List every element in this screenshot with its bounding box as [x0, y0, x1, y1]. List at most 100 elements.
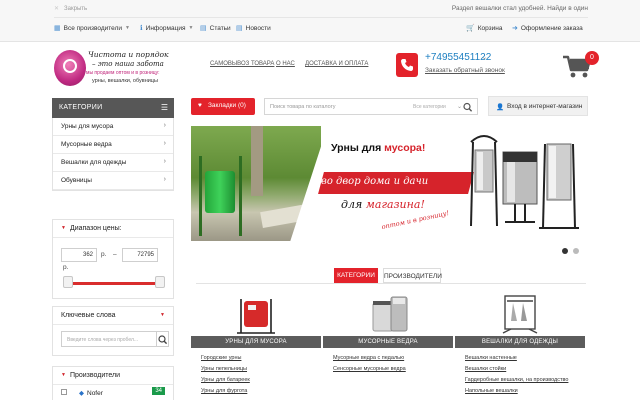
chevron-down-icon: ▼	[188, 25, 194, 31]
keywords-panel: Ключевые слова ▼ Введите слова через проб…	[52, 306, 174, 356]
price-range-title[interactable]: ▼ Диапазон цены:	[53, 220, 173, 238]
card-title: МУСОРНЫЕ ВЕДРА	[323, 336, 453, 348]
price-dash: –	[113, 251, 117, 258]
category-list: Урны для мусора › Мусорные ведра › Вешалки…	[52, 118, 174, 191]
category-card-buckets[interactable]: МУСОРНЫЕ ВЕДРА Мусорные ведра с педалью …	[323, 293, 453, 400]
nav-news[interactable]: ▤ Новости	[236, 24, 271, 33]
arrow-right-icon: ➜	[512, 25, 518, 32]
manufacturers-panel: ▼ Производители ◆ Nofer 34	[52, 366, 174, 400]
category-item-shoe-racks[interactable]: Обувницы ›	[53, 172, 173, 190]
checkbox[interactable]	[61, 389, 67, 395]
menu-icon[interactable]: ☰	[161, 103, 168, 112]
link-pickup[interactable]: САМОВЫВОЗ ТОВАРА	[210, 61, 274, 67]
price-unit: р.	[63, 264, 69, 271]
triangle-down-icon: ▼	[61, 225, 66, 231]
chevron-right-icon: ›	[163, 122, 166, 129]
price-max-input[interactable]: 72795	[122, 248, 158, 262]
price-unit: р.	[101, 251, 107, 258]
keywords-input[interactable]: Введите слова через пробел...	[61, 331, 157, 347]
search-icon[interactable]	[463, 102, 473, 113]
category-select[interactable]: Все категории	[413, 104, 446, 110]
price-min-input[interactable]: 362	[61, 248, 97, 262]
search-button[interactable]	[157, 331, 169, 347]
chevron-right-icon: ›	[163, 158, 166, 165]
user-icon: 👤	[496, 104, 505, 111]
document-icon: ▤	[200, 25, 207, 32]
category-item-buckets[interactable]: Мусорные ведра ›	[53, 136, 173, 154]
triangle-down-icon: ▼	[61, 372, 66, 378]
promo-banner[interactable]: Урны для мусора! во двор дома и дачи для…	[191, 126, 589, 241]
bookmarks-button[interactable]: ♥ Закладки (0)	[191, 98, 255, 115]
subcategory-link[interactable]: Напольные вешалки	[465, 388, 568, 394]
subcategory-link[interactable]: Урны для фургота	[201, 388, 250, 394]
chevron-right-icon: ›	[163, 140, 166, 147]
banner-line-2: во двор дома и дачи	[321, 176, 429, 187]
announcement-text: Раздел вешалки стал удобней. Найди в оди…	[451, 5, 588, 12]
manufacturer-logo-icon: ◆	[79, 390, 84, 397]
login-button[interactable]: 👤 Вход в интернет-магазин	[488, 96, 588, 116]
tab-categories[interactable]: КАТЕГОРИИ	[334, 268, 378, 283]
tab-manufacturers[interactable]: ПРОИЗВОДИТЕЛИ	[383, 268, 442, 283]
grid-icon: ▦	[54, 25, 61, 32]
category-item-hangers[interactable]: Вешалки для одежды ›	[53, 154, 173, 172]
steel-bins-image	[470, 135, 579, 229]
manufacturers-title[interactable]: ▼ Производители	[53, 367, 173, 385]
chevron-down-icon[interactable]: ⌄	[482, 54, 487, 61]
search-input[interactable]: Поиск товара по каталогу Все категории ⌄	[264, 98, 478, 115]
keywords-title[interactable]: Ключевые слова ▼	[53, 307, 173, 325]
link-delivery[interactable]: ДОСТАВКА И ОПЛАТА	[305, 61, 368, 67]
category-item-bins[interactable]: Урны для мусора ›	[53, 118, 173, 136]
link-about[interactable]: О НАС	[276, 61, 295, 67]
card-title: УРНЫ ДЛЯ МУСОРА	[191, 336, 321, 348]
price-range-panel: ▼ Диапазон цены: 362 р. – 72795 р.	[52, 219, 174, 299]
top-bar: ✕ Закрыть Раздел вешалки стал удобней. На…	[0, 0, 640, 42]
nav-all-manufacturers[interactable]: ▦ Все производители ▼	[54, 24, 130, 33]
phone-icon[interactable]	[396, 53, 418, 77]
close-topbar[interactable]: ✕ Закрыть	[54, 5, 87, 12]
subcategory-link[interactable]: Вешалки стойки	[465, 366, 568, 372]
search-icon	[158, 335, 168, 345]
logo-tagline-2: – это наша забота	[92, 60, 164, 68]
logo-tagline-3: мы продаем оптом и в розницу:	[86, 70, 160, 76]
price-slider-max-handle[interactable]	[155, 276, 165, 288]
manufacturer-item[interactable]: ◆ Nofer	[61, 389, 103, 397]
categories-header[interactable]: КАТЕГОРИИ ☰	[52, 98, 174, 118]
hanger-rack-image	[502, 295, 538, 334]
card-links: Мусорные ведра с педалью Сенсорные мусор…	[333, 355, 406, 377]
logo-emblem[interactable]	[54, 50, 86, 86]
search-placeholder: Поиск товара по каталогу	[270, 104, 336, 110]
subcategory-link[interactable]: Сенсорные мусорные ведра	[333, 366, 406, 372]
price-slider-min-handle[interactable]	[63, 276, 73, 288]
heart-icon: ♥	[198, 102, 202, 109]
chevron-down-icon: ▼	[125, 25, 130, 31]
close-icon: ✕	[54, 6, 60, 12]
nav-articles[interactable]: ▤ Статьи	[200, 24, 231, 33]
price-slider-track[interactable]	[67, 282, 163, 285]
card-links: Вешалки настенные Вешалки стойки Гардеро…	[465, 355, 568, 399]
triangle-down-icon: ▼	[160, 312, 165, 318]
subcategory-link[interactable]: Урны для батареек	[201, 377, 250, 383]
subcategory-link[interactable]: Гардеробные вешалки, на производство	[465, 377, 568, 383]
nav-cart[interactable]: 🛒 Корзина	[466, 24, 502, 33]
category-card-hangers[interactable]: ВЕШАЛКИ ДЛЯ ОДЕЖДЫ Вешалки настенные Веш…	[455, 293, 585, 400]
callback-link[interactable]: Заказать обратный звонок	[425, 67, 505, 74]
nav-checkout[interactable]: ➜ Оформление заказа	[512, 24, 583, 33]
divider	[54, 17, 588, 18]
subcategory-link[interactable]: Мусорные ведра с педалью	[333, 355, 406, 361]
banner-line-3: для магазина!	[341, 198, 425, 211]
news-icon: ▤	[236, 25, 243, 32]
carousel-dot-active[interactable]	[562, 248, 568, 254]
banner-headline: Урны для мусора!	[331, 142, 426, 154]
card-title: ВЕШАЛКИ ДЛЯ ОДЕЖДЫ	[455, 336, 585, 348]
bucket-image	[372, 296, 408, 332]
subcategory-link[interactable]: Городские урны	[201, 355, 250, 361]
subcategory-link[interactable]: Вешалки настенные	[465, 355, 568, 361]
info-icon: ℹ	[140, 25, 143, 32]
card-links: Городские урны Урны пепельницы Урны для …	[201, 355, 250, 399]
category-card-bins[interactable]: УРНЫ ДЛЯ МУСОРА Городские урны Урны пепе…	[191, 293, 321, 400]
logo-tagline-1: Чистота и порядок	[88, 50, 169, 59]
carousel-dot[interactable]	[573, 248, 579, 254]
subcategory-link[interactable]: Урны пепельницы	[201, 366, 250, 372]
nav-information[interactable]: ℹ Информация ▼	[140, 24, 194, 33]
count-badge: 34	[152, 387, 165, 395]
